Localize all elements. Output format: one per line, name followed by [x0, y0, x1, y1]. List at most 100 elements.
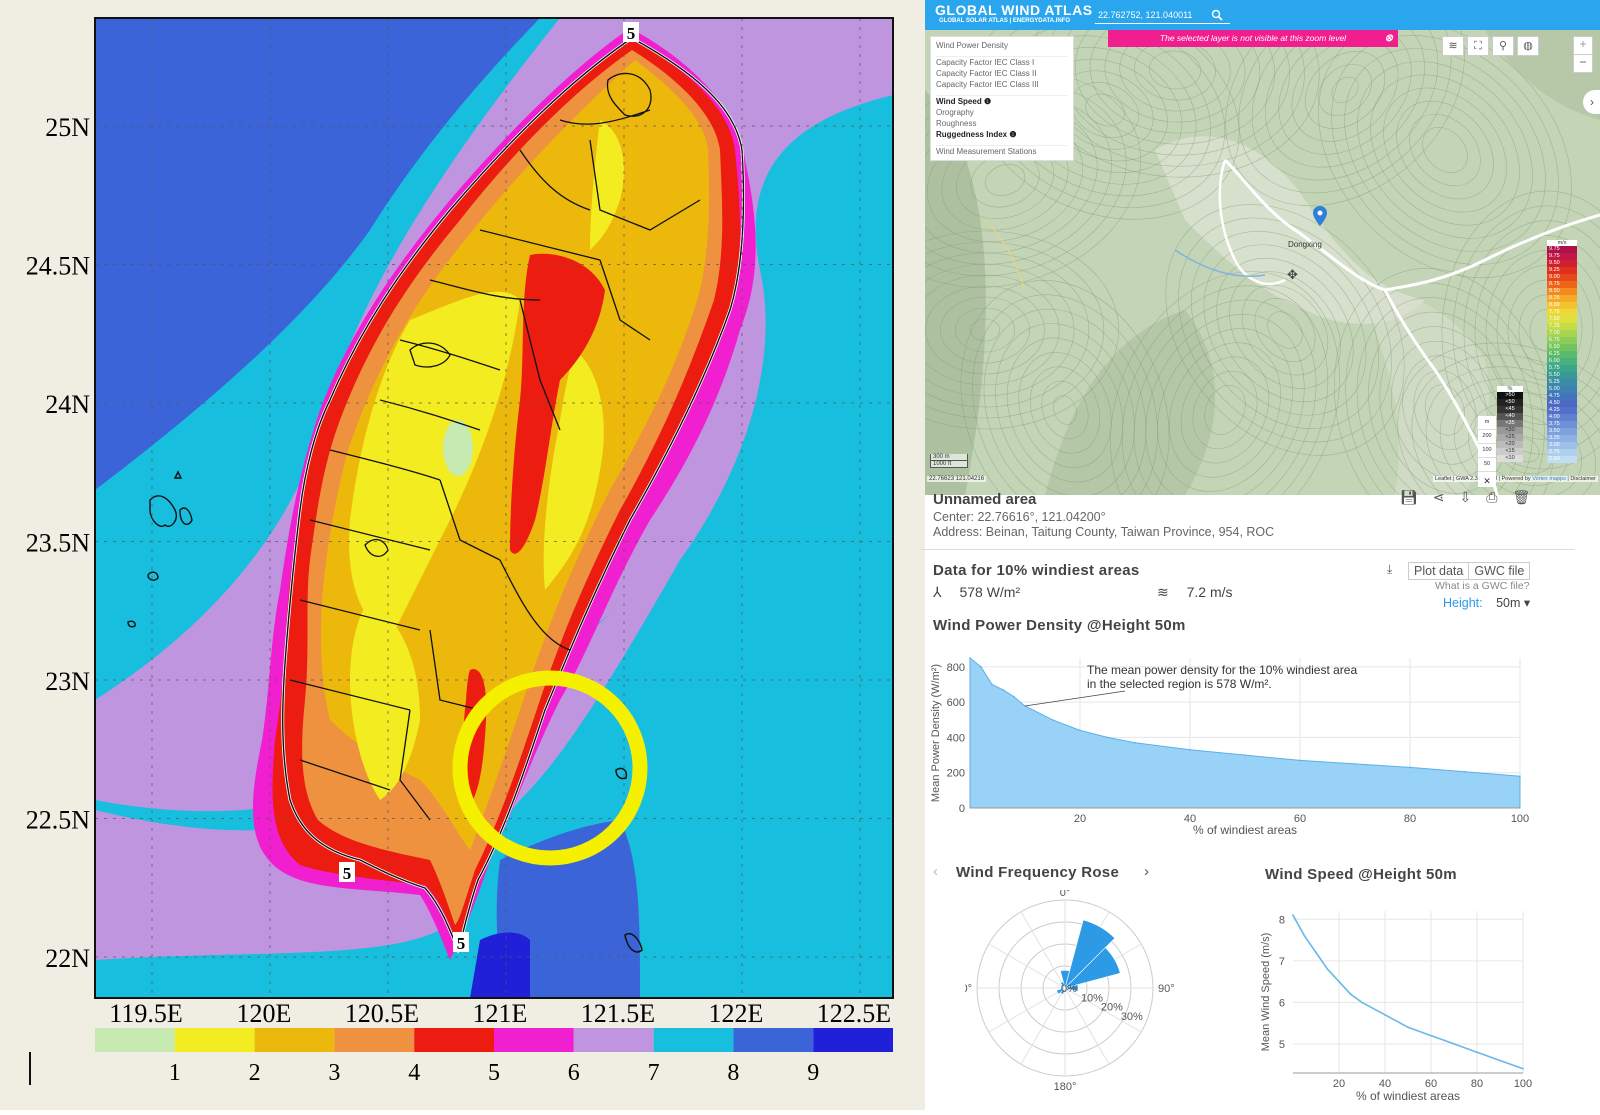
- speed-value: 7.2 m/s: [1186, 584, 1233, 600]
- percentage-legend-swatch: <35: [1497, 420, 1523, 427]
- rose-next-button[interactable]: ›: [1144, 863, 1149, 880]
- speed-legend-swatch: 7.75: [1547, 309, 1577, 316]
- layer-item-roughness[interactable]: Roughness: [936, 118, 1068, 129]
- height-legend-label: 100: [1478, 444, 1496, 458]
- longitude-label: 121E: [473, 999, 528, 1028]
- latitude-label: 25N: [45, 113, 90, 142]
- save-icon[interactable]: 💾︎: [1400, 489, 1418, 506]
- power-density-point: [1134, 741, 1136, 744]
- colorbar-label: 3: [328, 1060, 340, 1086]
- power-density-point: [1464, 771, 1466, 773]
- colorbar-label: 9: [807, 1060, 819, 1086]
- speed-legend-swatch: 5.25: [1547, 379, 1577, 386]
- location-pin-icon[interactable]: [1313, 206, 1327, 226]
- speed-legend-swatch: 2.75: [1547, 449, 1577, 456]
- wind-frequency-rose: 0° 90° 180° 270° 0% 10%20%30%: [965, 890, 1175, 1093]
- layers-icon[interactable]: ≋: [1442, 36, 1464, 56]
- speed-legend-swatch: 5.50: [1547, 372, 1577, 379]
- layer-item-wind-power-density[interactable]: Wind Power Density: [936, 40, 1068, 51]
- colorbar-label: 5: [488, 1060, 500, 1086]
- zoom-control: + −: [1573, 36, 1593, 73]
- height-legend-label: 200: [1478, 430, 1496, 444]
- layer-item-ruggedness[interactable]: Ruggedness Index ❶: [936, 129, 1068, 140]
- expand-panel-icon[interactable]: ›: [1583, 90, 1600, 114]
- zoom-out-icon[interactable]: −: [1574, 54, 1592, 72]
- height-value[interactable]: 50m ▾: [1496, 596, 1530, 610]
- info-icon[interactable]: ❶: [984, 97, 991, 106]
- gwa-terrain-map[interactable]: The selected layer is not visible at thi…: [925, 30, 1600, 495]
- area-actions: 💾︎ ⋖ ⇩ ⎙ 🗑︎: [1400, 489, 1530, 506]
- wpd-chart-title: Wind Power Density @Height 50m: [933, 617, 1186, 634]
- coordinate-search-input[interactable]: 22.762752, 121.040011: [1095, 7, 1230, 24]
- colorbar-swatch: [733, 1028, 814, 1052]
- share-icon[interactable]: ⋖: [1433, 489, 1445, 506]
- height-label: Height:: [1443, 596, 1483, 610]
- power-density-point: [1002, 688, 1004, 691]
- close-legend-icon[interactable]: ✕: [1478, 476, 1496, 487]
- download-icon[interactable]: ⇩: [1460, 489, 1472, 506]
- colorbar-label: 1: [169, 1060, 181, 1086]
- rose-spoke: [1020, 987, 1066, 1065]
- wind-speed-point: [1315, 951, 1317, 954]
- export-buttons: Plot data GWC file: [1408, 562, 1531, 580]
- close-icon[interactable]: ⊗: [1385, 30, 1393, 47]
- layer-item-capacity-factor-2[interactable]: Capacity Factor IEC Class II: [936, 68, 1068, 79]
- zoom-in-icon[interactable]: +: [1574, 37, 1592, 54]
- wind-speed-point: [1499, 1059, 1501, 1062]
- wind-speed-point: [1407, 1026, 1409, 1029]
- colorbar-label: 2: [249, 1060, 261, 1086]
- layer-item-measurement-stations[interactable]: Wind Measurement Stations: [936, 145, 1068, 157]
- power-density-point: [1106, 736, 1109, 739]
- fullscreen-icon[interactable]: ⛶: [1467, 36, 1489, 56]
- y-axis-label: Mean Wind Speed (m/s): [1260, 933, 1272, 1052]
- rose-direction-label: 0°: [1060, 890, 1071, 899]
- globe-icon[interactable]: ◍: [1517, 36, 1539, 56]
- rose-spoke: [988, 987, 1066, 1033]
- gwc-help-link[interactable]: What is a GWC file?: [1435, 580, 1530, 592]
- download-data-icon[interactable]: ⤓: [1387, 562, 1392, 577]
- speed-legend-swatch: 9.75: [1547, 253, 1577, 260]
- speed-legend-swatch: 3.00: [1547, 442, 1577, 449]
- global-wind-atlas-panel: GLOBAL WIND ATLAS GLOBAL SOLAR ATLAS | E…: [920, 0, 1600, 1110]
- percentage-legend-swatch: <30: [1497, 427, 1523, 434]
- percentage-legend-swatch: <20: [1497, 441, 1523, 448]
- gwc-file-button[interactable]: GWC file: [1469, 562, 1531, 580]
- speed-legend-swatch: 6.00: [1547, 358, 1577, 365]
- layer-item-capacity-factor-1[interactable]: Capacity Factor IEC Class I: [936, 56, 1068, 68]
- layer-item-orography[interactable]: Orography: [936, 107, 1068, 118]
- print-icon[interactable]: ⎙: [1486, 489, 1497, 506]
- chart-annotation: in the selected region is 578 W/m².: [1087, 677, 1272, 691]
- disclaimer-link[interactable]: | Disclaimer: [1566, 476, 1596, 482]
- y-tick-label: 5: [1279, 1039, 1285, 1051]
- y-tick-label: 800: [947, 662, 965, 674]
- search-icon[interactable]: [1211, 9, 1223, 21]
- scale-bar: 300 m 1000 ft: [930, 454, 968, 468]
- rose-prev-button[interactable]: ‹: [933, 863, 938, 880]
- layer-item-wind-speed[interactable]: Wind Speed ❶: [936, 95, 1068, 107]
- speed-legend-swatch: 8.00: [1547, 302, 1577, 309]
- gwa-logo-title[interactable]: GLOBAL WIND ATLAS: [935, 2, 1093, 18]
- plot-data-button[interactable]: Plot data: [1408, 562, 1470, 580]
- power-density-point: [1244, 754, 1246, 756]
- height-selector[interactable]: Height: 50m ▾: [1443, 595, 1530, 610]
- power-density-point: [1189, 748, 1191, 751]
- speed-legend-swatch: 7.25: [1547, 323, 1577, 330]
- speed-legend-swatch: 6.75: [1547, 337, 1577, 344]
- power-density-point: [1079, 729, 1081, 732]
- y-tick-label: 7: [1279, 956, 1285, 968]
- height-legend-label: 50: [1478, 458, 1496, 472]
- latitude-label: 22N: [45, 944, 90, 973]
- speed-legend-swatch: 5.00: [1547, 386, 1577, 393]
- layer-item-capacity-factor-3[interactable]: Capacity Factor IEC Class III: [936, 79, 1068, 90]
- delete-icon[interactable]: 🗑︎: [1512, 489, 1530, 506]
- layer-visibility-alert: The selected layer is not visible at thi…: [1108, 30, 1398, 47]
- info-icon[interactable]: ❶: [1009, 130, 1016, 139]
- attribution-link[interactable]: Vortex mapps: [1532, 476, 1566, 482]
- latitude-label: 23N: [45, 667, 90, 696]
- power-density-point: [1299, 759, 1301, 762]
- wind-power-density-chart: 020040060080020 40 60 80 100% of windiest ar…: [930, 656, 1529, 837]
- percentage-legend-swatch: <40: [1497, 413, 1523, 420]
- marker-icon[interactable]: ⚲: [1492, 36, 1514, 56]
- wind-speed-point: [1384, 1013, 1386, 1016]
- wind-contour-map: 5 5 5 25N 24.5N 24N 23.5N 23N 22.5N 22N 119.5E…: [26, 17, 894, 1086]
